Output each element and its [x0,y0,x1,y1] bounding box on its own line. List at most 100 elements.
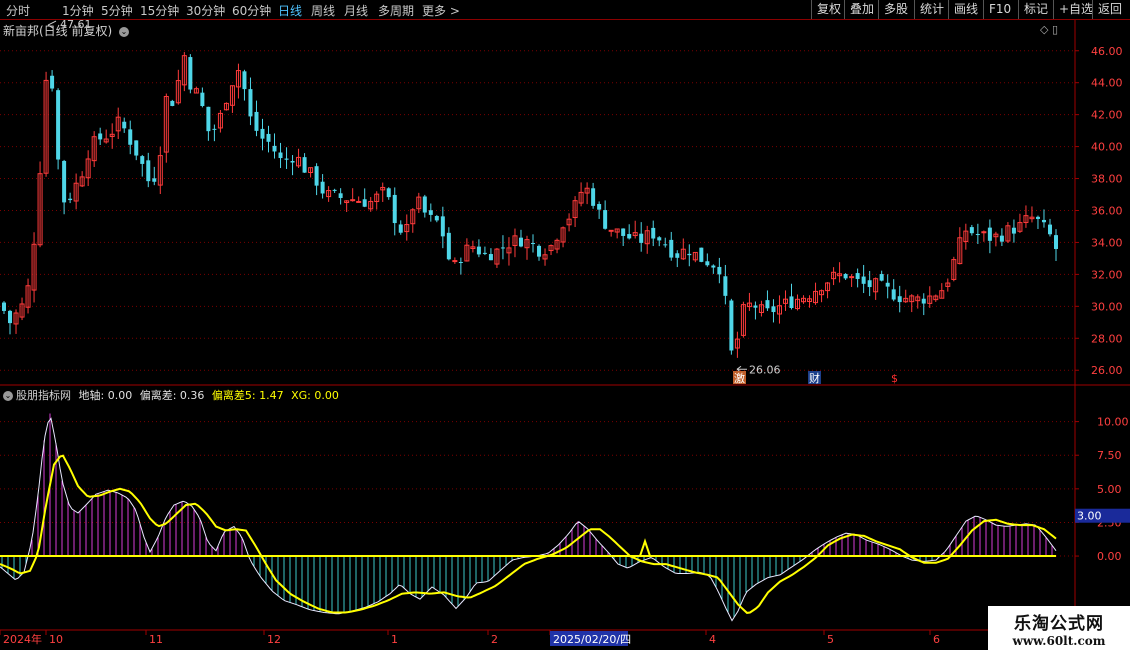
candle-body-down [284,158,289,160]
candle-body-down [518,237,523,247]
stock-title-row: 新亩邦(日线 前复权) ⌄ [3,22,130,39]
candle-body-down [314,166,319,186]
candle-body-down [332,189,337,191]
xg-signal [639,538,651,557]
period-tab-weekly[interactable]: 周线 [311,2,335,19]
candle-body-down [639,233,644,243]
candle-body-down [206,106,211,132]
price-tick-label: 26.00 [1091,364,1123,377]
draw-line-button[interactable]: 画线 [948,0,983,19]
candle-body-down [675,253,680,258]
multi-stock-button[interactable]: 多股 [878,0,913,19]
candle-body-down [98,133,103,140]
indicator-value-deviation: 偏离差: 0.36 [139,389,205,402]
marker-value-label: 3.00 [1077,510,1102,523]
candle-body-down [272,145,277,152]
watermark-url: www.60lt.com [1012,634,1106,648]
period-tab-15min[interactable]: 15分钟 [140,2,179,19]
candle-body-down [152,178,157,182]
mark-button[interactable]: 标记 [1018,0,1053,19]
candle-body-down [422,196,427,213]
price-tick-label: 40.00 [1091,141,1123,154]
candle-body-down [260,128,265,139]
period-tab-daily[interactable]: 日线 [278,2,302,19]
candle-body-down [1047,224,1052,235]
period-tab-monthly[interactable]: 月线 [344,2,368,19]
x-tick-label: 2025/02/20/四 [553,633,631,646]
candle-body-down [488,254,493,261]
candle-body-down [1035,216,1040,220]
candle-body-up [452,260,458,263]
chevron-down-icon[interactable]: ⌄ [3,391,13,401]
x-tick-label: 2024年 [3,632,42,646]
indicator-histogram [1,413,1053,618]
period-tab-30min[interactable]: 30分钟 [186,2,225,19]
candle-body-up [981,231,987,234]
candle-body-down [128,129,133,145]
candle-body-up [849,276,855,279]
stock-chart[interactable]: 46.0044.0042.0040.0038.0036.0034.0032.00… [0,20,1130,650]
candle-body-up [356,200,362,203]
deviation-line [0,417,1057,622]
candle-body-down [140,156,145,164]
adjust-button[interactable]: 复权 [811,0,846,19]
candle-body-down [50,75,55,89]
period-tab-multi[interactable]: 多周期 [378,2,414,19]
candle-body-down [428,210,433,215]
candle-body-down [999,235,1004,242]
diamond-icon[interactable]: ◇ [1040,23,1048,36]
candle-body-down [122,121,127,129]
candle-body-down [146,160,151,182]
candle-body-down [134,140,139,156]
period-tab-more[interactable]: 更多 > [422,2,460,19]
period-tab-60min[interactable]: 60分钟 [232,2,271,19]
candle-body-down [855,273,860,279]
price-tick-label: 42.00 [1091,109,1123,122]
candle-body-down [657,237,662,241]
candle-body-down [446,232,451,260]
candle-body-down [62,160,67,203]
candle-body-down [753,305,758,308]
price-tick-label: 36.00 [1091,204,1123,217]
indicator-tick-label: 5.00 [1097,483,1122,496]
indicator-tick-label: 0.00 [1097,550,1122,563]
candle-body-down [254,111,259,131]
candle-body-down [68,198,73,201]
candle-body-down [200,92,205,107]
price-tick-label: 46.00 [1091,45,1123,58]
period-tab-5min[interactable]: 5分钟 [101,2,133,19]
indicator-tick-label: 10.00 [1097,416,1129,429]
candle-body-down [687,253,692,256]
stats-button[interactable]: 统计 [914,0,949,19]
x-tick-label: 5 [827,633,834,646]
candle-body-down [717,266,722,275]
candle-body-up [350,199,356,202]
candle-body-down [266,133,271,142]
candle-body-down [434,216,439,221]
candle-body-down [170,100,175,106]
price-tick-label: 38.00 [1091,173,1123,186]
x-tick-label: 2 [491,633,498,646]
candle-body-down [500,247,505,249]
panel-toggle-icon[interactable]: ▯ [1052,23,1058,36]
stock-title: 新亩邦(日线 前复权) [3,24,113,38]
candle-body-down [2,302,6,311]
period-tab-timeshare[interactable]: 分时 [6,2,30,19]
back-button[interactable]: 返回 [1092,0,1127,19]
price-tick-label: 30.00 [1091,300,1123,313]
candle-body-down [531,243,536,245]
candle-body-down [476,246,481,255]
candle-body-down [591,188,596,206]
window-controls: ◇ ▯ [1040,23,1058,36]
candle-body-down [8,310,13,324]
overlay-button[interactable]: 叠加 [844,0,879,19]
f10-button[interactable]: F10 [983,0,1016,19]
indicator-value-xg: XG: 0.00 [291,389,339,402]
candle-body-down [188,57,193,90]
chevron-down-icon[interactable]: ⌄ [119,26,130,37]
candle-body-down [1054,235,1058,249]
event-marker-label: 财 [809,371,820,385]
price-tick-label: 32.00 [1091,268,1123,281]
event-marker-label: 激 [734,371,745,385]
period-tab-1min[interactable]: 1分钟 [62,2,94,19]
